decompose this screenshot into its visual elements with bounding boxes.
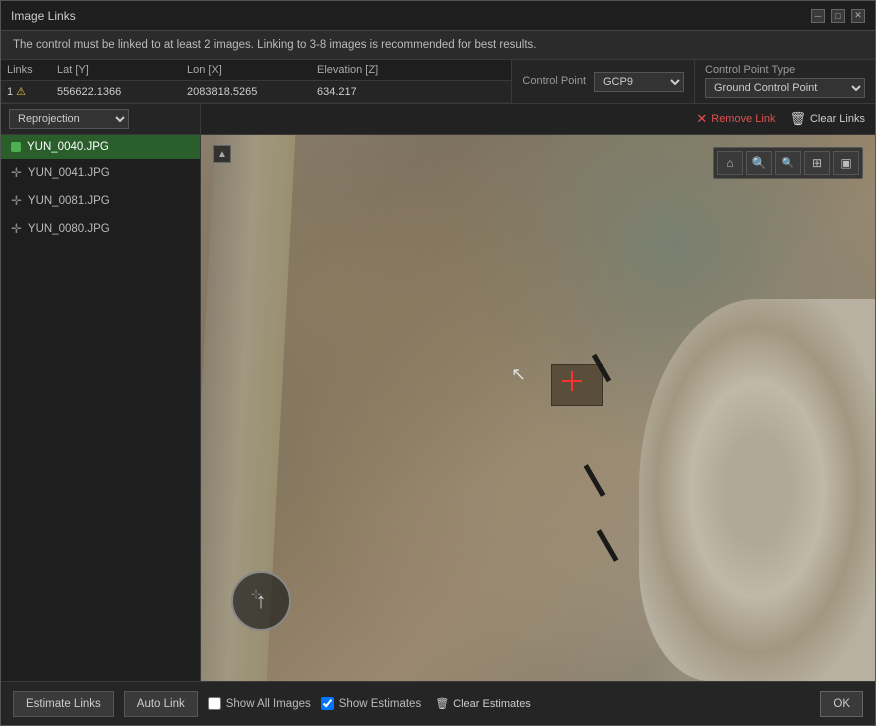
control-point-select[interactable]: GCP9 GCP1 GCP2: [594, 72, 684, 92]
map-background: ↖: [201, 135, 875, 681]
image-links-window: Image Links ─ □ ✕ The control must be li…: [0, 0, 876, 726]
action-row: Reprojection ✕ Remove Link 🗑 Clear Links: [1, 104, 875, 135]
cell-elevation: 634.217: [317, 86, 397, 98]
top-form-row: Links Lat [Y] Lon [X] Elevation [Z] 1 ⚠ …: [1, 60, 875, 104]
header-elevation: Elevation [Z]: [317, 64, 397, 76]
clear-estimates-button[interactable]: 🗑 Clear Estimates: [435, 697, 531, 710]
minimize-button[interactable]: ─: [811, 9, 825, 23]
image-item-0[interactable]: YUN_0040.JPG: [1, 135, 200, 159]
warning-icon: ⚠: [16, 85, 26, 98]
zoom-box[interactable]: ▲: [213, 145, 231, 163]
image-list: YUN_0040.JPG ✛ YUN_0041.JPG ✛ YUN_0081.J…: [1, 135, 200, 681]
crosshair-marker: [562, 371, 582, 391]
show-all-images-label[interactable]: Show All Images: [208, 697, 311, 710]
active-indicator: [11, 142, 21, 152]
image-item-2[interactable]: ✛ YUN_0081.JPG: [1, 187, 200, 215]
window-title: Image Links: [11, 9, 76, 23]
move-icon: ⊹: [251, 585, 261, 601]
table-section: Links Lat [Y] Lon [X] Elevation [Z] 1 ⚠ …: [1, 60, 511, 103]
clear-estimates-icon: 🗑: [435, 697, 449, 710]
map-toolbar: ⌂ 🔍 🔍 ⊞ ▣: [713, 147, 863, 179]
header-links: Links: [7, 64, 57, 76]
stripe-1: [583, 464, 605, 497]
cell-links: 1 ⚠: [7, 85, 57, 98]
remove-link-icon: ✕: [696, 111, 707, 127]
maximize-button[interactable]: □: [831, 9, 845, 23]
image-item-label-2: YUN_0081.JPG: [28, 195, 110, 207]
table-row: 1 ⚠ 556622.1366 2083818.5265 634.217: [1, 81, 511, 103]
zoom-icon: ▲: [217, 149, 227, 160]
main-area: YUN_0040.JPG ✛ YUN_0041.JPG ✛ YUN_0081.J…: [1, 135, 875, 681]
control-point-section: Control Point GCP9 GCP1 GCP2: [511, 60, 694, 103]
auto-link-button[interactable]: Auto Link: [124, 691, 198, 717]
show-estimates-label[interactable]: Show Estimates: [321, 697, 421, 710]
map-panel[interactable]: ↖ ⌂ 🔍 🔍 ⊞ ▣ ↑ ▲: [201, 135, 875, 681]
control-point-type-label: Control Point Type: [705, 64, 865, 76]
image-item-label-0: YUN_0040.JPG: [27, 141, 109, 153]
left-panel: YUN_0040.JPG ✛ YUN_0041.JPG ✛ YUN_0081.J…: [1, 135, 201, 681]
adjust-tool-button[interactable]: ⊞: [804, 151, 830, 175]
home-tool-button[interactable]: ⌂: [717, 151, 743, 175]
clear-links-label: Clear Links: [810, 113, 865, 125]
crosshair-icon-2: ✛: [11, 193, 22, 209]
reprojection-select[interactable]: Reprojection: [9, 109, 129, 129]
image-item-1[interactable]: ✛ YUN_0041.JPG: [1, 159, 200, 187]
estimate-links-button[interactable]: Estimate Links: [13, 691, 114, 717]
right-actions-area: ✕ Remove Link 🗑 Clear Links: [201, 104, 875, 135]
control-point-type-section: Control Point Type Ground Control Point …: [694, 60, 875, 103]
image-tool-button[interactable]: ▣: [833, 151, 859, 175]
info-bar: The control must be linked to at least 2…: [1, 31, 875, 60]
clear-links-button[interactable]: 🗑 Clear Links: [789, 111, 865, 127]
image-item-label-1: YUN_0041.JPG: [28, 167, 110, 179]
rocky-area: [639, 299, 875, 681]
window-controls: ─ □ ✕: [811, 9, 865, 23]
image-item-3[interactable]: ✛ YUN_0080.JPG: [1, 215, 200, 243]
image-item-label-3: YUN_0080.JPG: [28, 223, 110, 235]
show-estimates-text: Show Estimates: [339, 698, 421, 710]
control-point-type-select[interactable]: Ground Control Point Check Point 3D GCP: [705, 78, 865, 98]
show-all-images-checkbox[interactable]: [208, 697, 221, 710]
show-estimates-checkbox[interactable]: [321, 697, 334, 710]
header-lon: Lon [X]: [187, 64, 317, 76]
clear-estimates-label: Clear Estimates: [453, 698, 531, 710]
zoom-in-tool-button[interactable]: 🔍: [746, 151, 772, 175]
table-header: Links Lat [Y] Lon [X] Elevation [Z]: [1, 60, 511, 81]
close-button[interactable]: ✕: [851, 9, 865, 23]
remove-link-label: Remove Link: [711, 113, 775, 125]
title-bar: Image Links ─ □ ✕: [1, 1, 875, 31]
header-lat: Lat [Y]: [57, 64, 187, 76]
ok-button[interactable]: OK: [820, 691, 863, 717]
footer: Estimate Links Auto Link Show All Images…: [1, 681, 875, 725]
cell-lat: 556622.1366: [57, 86, 187, 98]
clear-links-icon: 🗑: [789, 111, 806, 127]
cell-lon: 2083818.5265: [187, 86, 317, 98]
zoom-out-tool-button[interactable]: 🔍: [775, 151, 801, 175]
remove-link-button[interactable]: ✕ Remove Link: [696, 111, 775, 127]
stripe-2: [597, 529, 619, 562]
cursor: ↖: [511, 364, 526, 385]
crosshair-icon-1: ✛: [11, 165, 22, 181]
nav-rose[interactable]: ↑: [231, 571, 291, 631]
row-link-count: 1: [7, 86, 13, 98]
control-point-label: Control Point: [522, 75, 586, 87]
nav-circle: ↑: [231, 571, 291, 631]
show-all-images-text: Show All Images: [226, 698, 311, 710]
map-canvas: ↖ ⌂ 🔍 🔍 ⊞ ▣ ↑ ▲: [201, 135, 875, 681]
left-actions-area: Reprojection: [1, 104, 201, 135]
crosshair-icon-3: ✛: [11, 221, 22, 237]
info-text: The control must be linked to at least 2…: [13, 39, 537, 51]
